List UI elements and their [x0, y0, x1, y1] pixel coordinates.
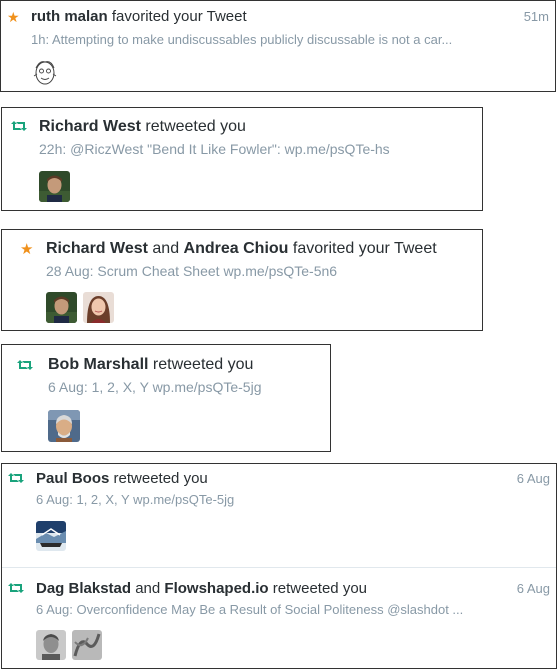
notification-card: Paul Boos retweeted you 6 Aug 6 Aug: 1, …	[1, 463, 557, 669]
retweet-icon	[8, 472, 24, 486]
andrea-chiou-avatar[interactable]	[83, 292, 114, 323]
tweet-snippet[interactable]: 28 Aug: Scrum Cheat Sheet wp.me/psQTe-5n…	[46, 263, 466, 279]
paul-boos-avatar[interactable]	[36, 521, 66, 551]
notification-headline: ruth malan favorited your Tweet	[31, 8, 247, 25]
notification-headline: Richard West and Andrea Chiou favorited …	[46, 240, 437, 258]
action-text: retweeted you	[109, 470, 208, 487]
notification-headline: Bob Marshall retweeted you	[48, 356, 253, 374]
action-text: retweeted you	[268, 580, 368, 597]
notification-headline: Dag Blakstad and Flowshaped.io retweeted…	[36, 580, 367, 597]
notification-time[interactable]: 51m	[524, 9, 549, 24]
avatar-row	[30, 58, 60, 88]
notification-headline: Richard West retweeted you	[39, 118, 246, 136]
avatar-row	[36, 630, 102, 660]
actor-name[interactable]: Flowshaped.io	[164, 580, 268, 597]
notification-time[interactable]: 6 Aug	[517, 581, 550, 596]
actor-name[interactable]: ruth malan	[31, 8, 108, 25]
tweet-snippet[interactable]: 6 Aug: Overconfidence May Be a Result of…	[36, 602, 548, 617]
richard-west-avatar[interactable]	[39, 171, 70, 202]
actor-name[interactable]: Paul Boos	[36, 470, 109, 487]
notification-item[interactable]: Dag Blakstad and Flowshaped.io retweeted…	[2, 568, 556, 670]
tweet-snippet[interactable]: 6 Aug: 1, 2, X, Y wp.me/psQTe-5jg	[36, 492, 536, 507]
richard-west-avatar[interactable]	[46, 292, 77, 323]
ruth-malan-avatar[interactable]	[30, 58, 60, 88]
notification-card: Bob Marshall retweeted you 6 Aug: 1, 2, …	[1, 344, 331, 452]
notification-card: ★ Richard West and Andrea Chiou favorite…	[1, 229, 483, 331]
notification-item[interactable]: Bob Marshall retweeted you 6 Aug: 1, 2, …	[2, 345, 330, 453]
avatar-row	[48, 410, 80, 442]
tweet-snippet[interactable]: 22h: @RiczWest "Bend It Like Fowler": wp…	[39, 141, 469, 157]
actor-name[interactable]: Richard West	[46, 240, 148, 257]
avatar-row	[39, 171, 70, 202]
actor-name[interactable]: Bob Marshall	[48, 356, 148, 373]
actor-name[interactable]: Andrea Chiou	[184, 240, 289, 257]
flowshaped-io-avatar[interactable]	[72, 630, 102, 660]
notification-card: Richard West retweeted you 22h: @RiczWes…	[1, 107, 483, 211]
notification-card: ★ ruth malan favorited your Tweet 51m 1h…	[0, 0, 556, 92]
action-text: favorited your Tweet	[107, 8, 247, 25]
retweet-icon	[11, 120, 27, 135]
actor-name[interactable]: Richard West	[39, 118, 141, 135]
star-icon: ★	[7, 9, 20, 25]
retweet-icon	[8, 582, 24, 596]
avatar-row	[46, 292, 114, 323]
action-text: retweeted you	[140, 118, 246, 135]
notification-item[interactable]: ★ Richard West and Andrea Chiou favorite…	[2, 230, 482, 332]
notification-item[interactable]: Richard West retweeted you 22h: @RiczWes…	[2, 108, 482, 212]
avatar-row	[36, 521, 66, 551]
retweet-icon	[17, 359, 33, 374]
action-text: retweeted you	[148, 356, 254, 373]
star-icon: ★	[20, 241, 34, 258]
tweet-snippet[interactable]: 1h: Attempting to make undiscussables pu…	[31, 32, 551, 47]
notification-time[interactable]: 6 Aug	[517, 471, 550, 486]
bob-marshall-avatar[interactable]	[48, 410, 80, 442]
notification-item[interactable]: ★ ruth malan favorited your Tweet 51m 1h…	[1, 1, 555, 93]
conjunction-text: and	[131, 580, 165, 597]
notification-headline: Paul Boos retweeted you	[36, 470, 208, 487]
conjunction-text: and	[147, 240, 184, 257]
action-text: favorited your Tweet	[288, 240, 437, 257]
dag-blakstad-avatar[interactable]	[36, 630, 66, 660]
actor-name[interactable]: Dag Blakstad	[36, 580, 131, 597]
tweet-snippet[interactable]: 6 Aug: 1, 2, X, Y wp.me/psQTe-5jg	[48, 379, 318, 395]
notification-item[interactable]: Paul Boos retweeted you 6 Aug 6 Aug: 1, …	[2, 464, 556, 567]
